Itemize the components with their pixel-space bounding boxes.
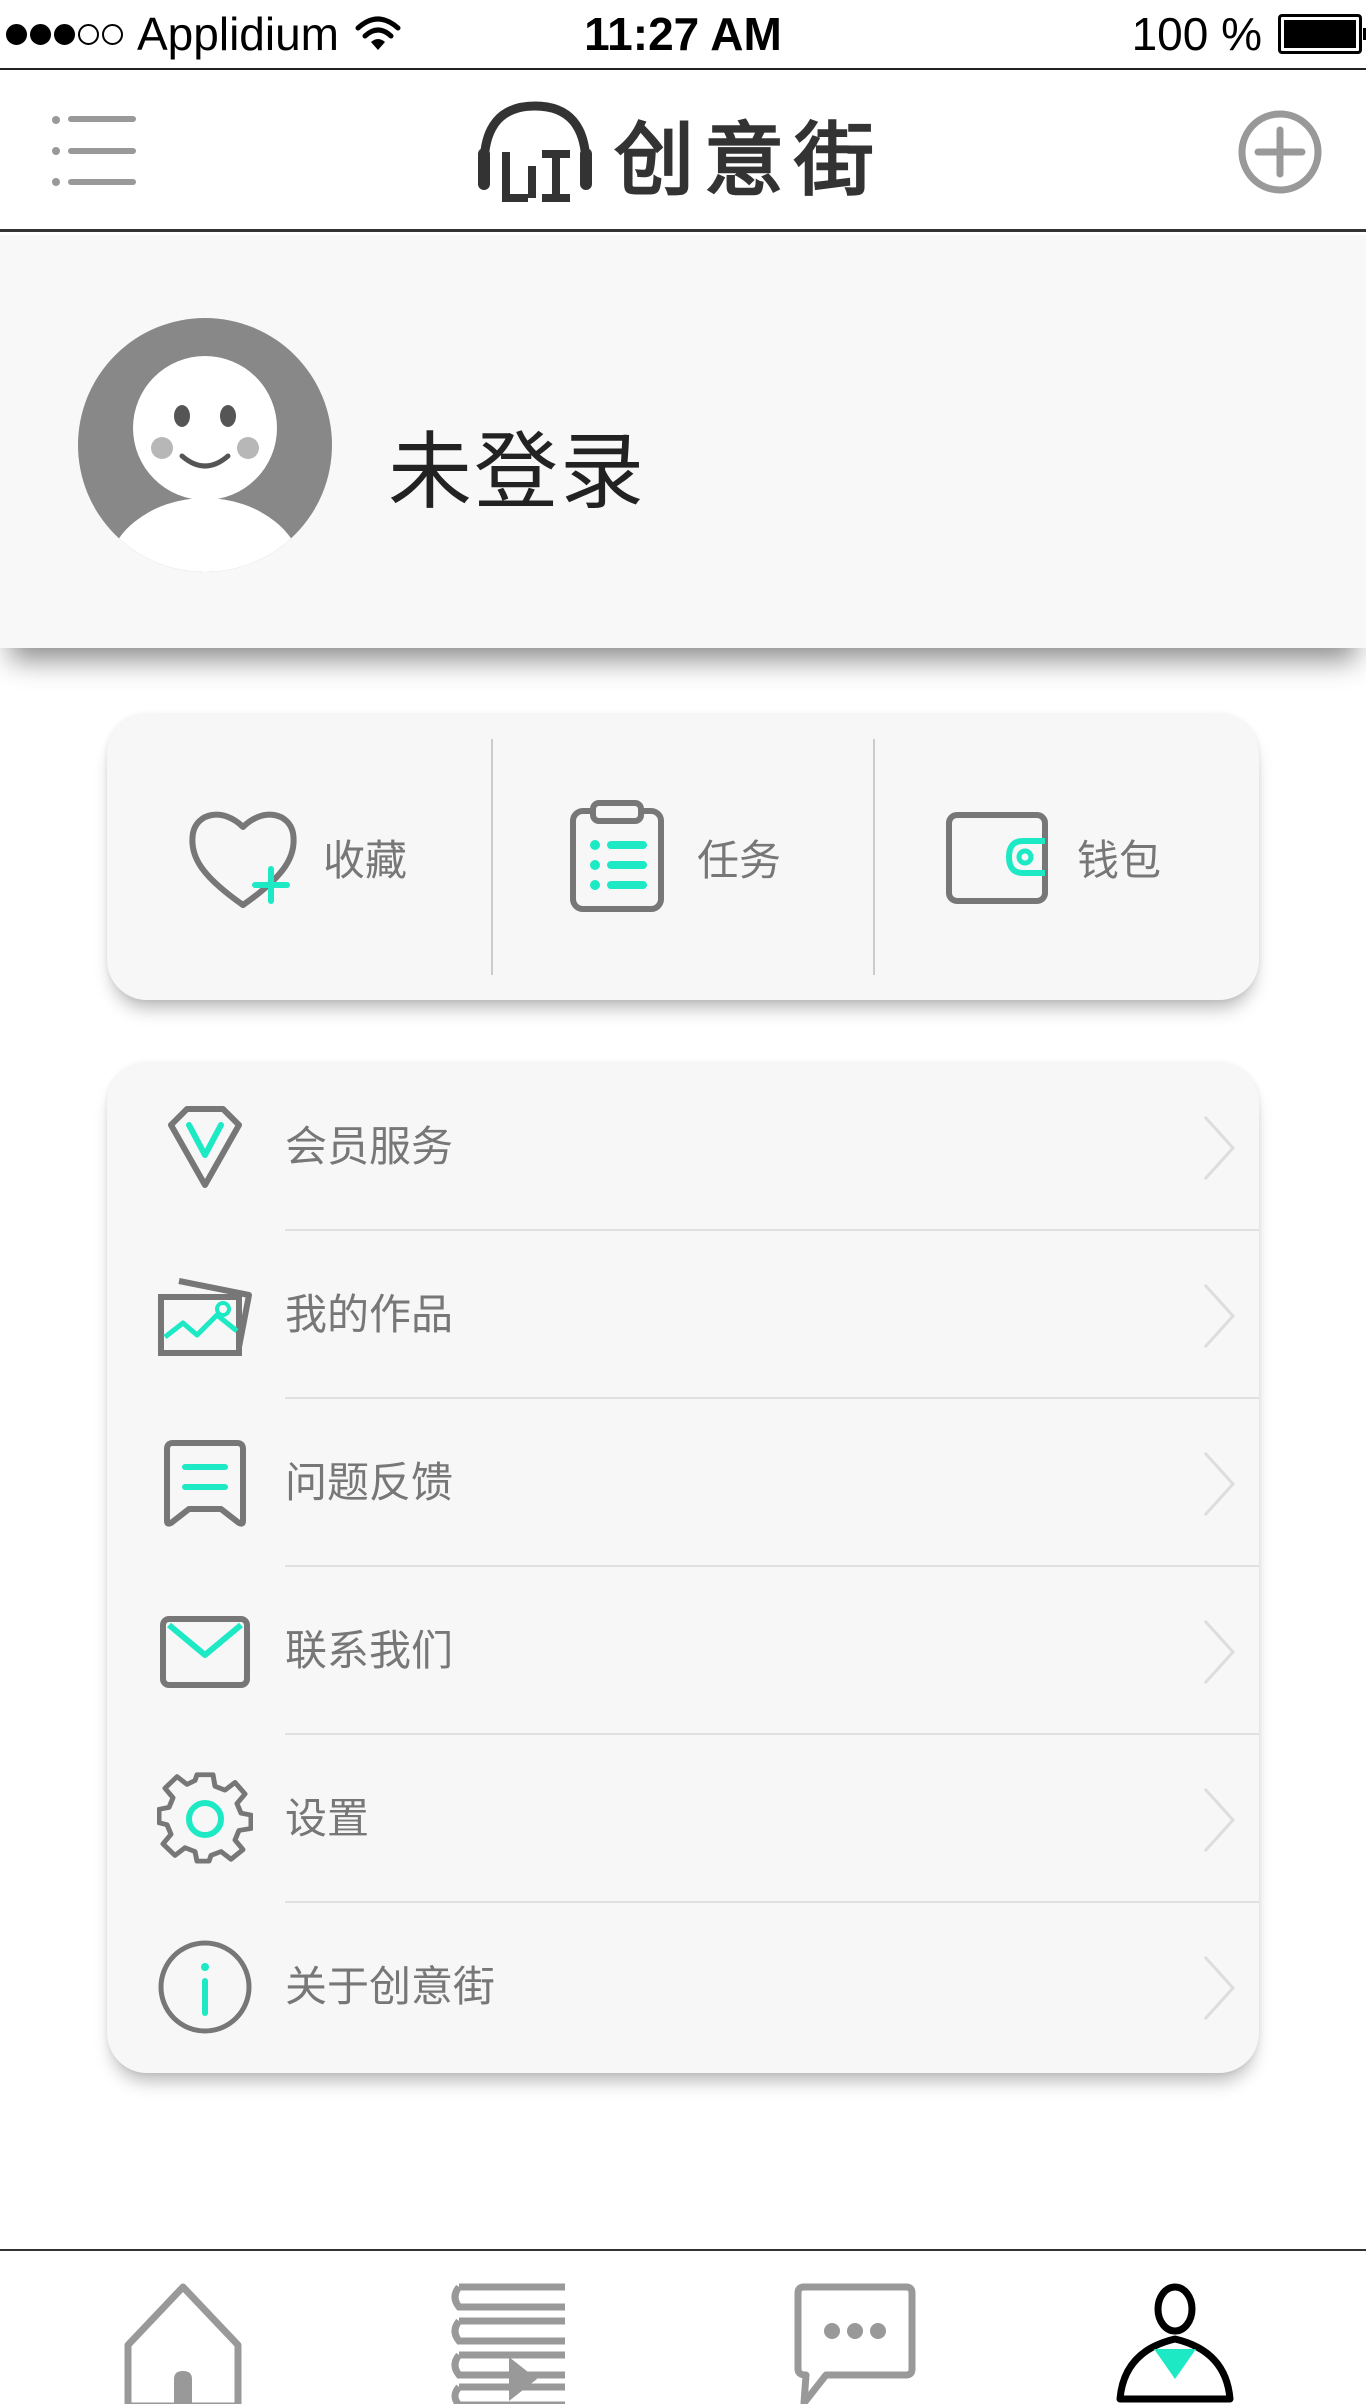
chat-icon[interactable] [790, 2279, 920, 2404]
list-item-label: 联系我们 [285, 1626, 454, 1675]
divider [491, 739, 493, 975]
logo-text: 创意街 [614, 113, 884, 207]
mail-icon [160, 1616, 250, 1688]
hamburger-icon[interactable] [50, 110, 140, 192]
nav-bar: 创意街 [0, 72, 1366, 232]
wallet-button[interactable]: 钱包 [937, 714, 1161, 1000]
feedback-icon [164, 1440, 246, 1527]
login-status[interactable]: 未登录 [388, 405, 646, 526]
gear-icon [157, 1772, 253, 1864]
chevron-right-icon [1203, 1955, 1236, 2021]
clipboard-list-icon [570, 800, 664, 912]
divider [873, 739, 875, 975]
list-item-contact-us[interactable]: 联系我们 [107, 1567, 1259, 1735]
tab-bar [0, 2249, 1366, 2404]
chevron-right-icon [1203, 1283, 1236, 1349]
list-item-label: 问题反馈 [285, 1458, 454, 1507]
battery-percent: 100 % [1131, 8, 1262, 60]
profile-header[interactable]: 未登录 [0, 235, 1366, 648]
tasks-button[interactable]: 任务 [557, 714, 781, 1000]
list-item-label: 设置 [285, 1794, 370, 1843]
quick-actions-card: 收藏 任务 钱包 [107, 714, 1259, 1000]
battery-icon [1278, 14, 1366, 54]
list-item-my-works[interactable]: 我的作品 [107, 1231, 1259, 1399]
list-item-label: 我的作品 [285, 1290, 454, 1339]
diamond-v-icon [168, 1106, 242, 1188]
chevron-right-icon [1203, 1451, 1236, 1517]
favorites-button[interactable]: 收藏 [183, 714, 407, 1000]
list-item-settings[interactable]: 设置 [107, 1735, 1259, 1903]
list-item-label: 关于创意街 [285, 1962, 496, 2011]
avatar[interactable] [78, 318, 332, 572]
tasks-label: 任务 [697, 835, 782, 885]
logo-mark-icon [478, 101, 592, 202]
status-right: 100 % [1131, 6, 1366, 62]
photos-icon [158, 1278, 252, 1356]
app-logo: 创意街 [470, 94, 910, 214]
list-item-label: 会员服务 [285, 1122, 454, 1171]
status-bar: Applidium 11:27 AM 100 % [0, 0, 1366, 70]
chevron-right-icon [1203, 1115, 1236, 1181]
home-icon[interactable] [118, 2279, 248, 2404]
plus-circle-icon[interactable] [1236, 108, 1324, 196]
chevron-right-icon [1203, 1619, 1236, 1685]
list-item-membership[interactable]: 会员服务 [107, 1063, 1259, 1231]
info-icon [158, 1940, 252, 2034]
heart-plus-icon [189, 811, 297, 908]
menu-list: 会员服务 我的作品 问题反馈 联系我们 设置 关于创意街 [107, 1063, 1259, 2073]
list-item-feedback[interactable]: 问题反馈 [107, 1399, 1259, 1567]
wallet-label: 钱包 [1077, 835, 1162, 885]
favorites-label: 收藏 [323, 835, 408, 885]
avatar-face-icon [105, 356, 305, 572]
profile-icon[interactable] [1110, 2279, 1240, 2404]
books-icon[interactable] [447, 2279, 577, 2404]
list-item-about[interactable]: 关于创意街 [107, 1903, 1259, 2071]
wallet-icon [946, 812, 1048, 904]
chevron-right-icon [1203, 1787, 1236, 1853]
